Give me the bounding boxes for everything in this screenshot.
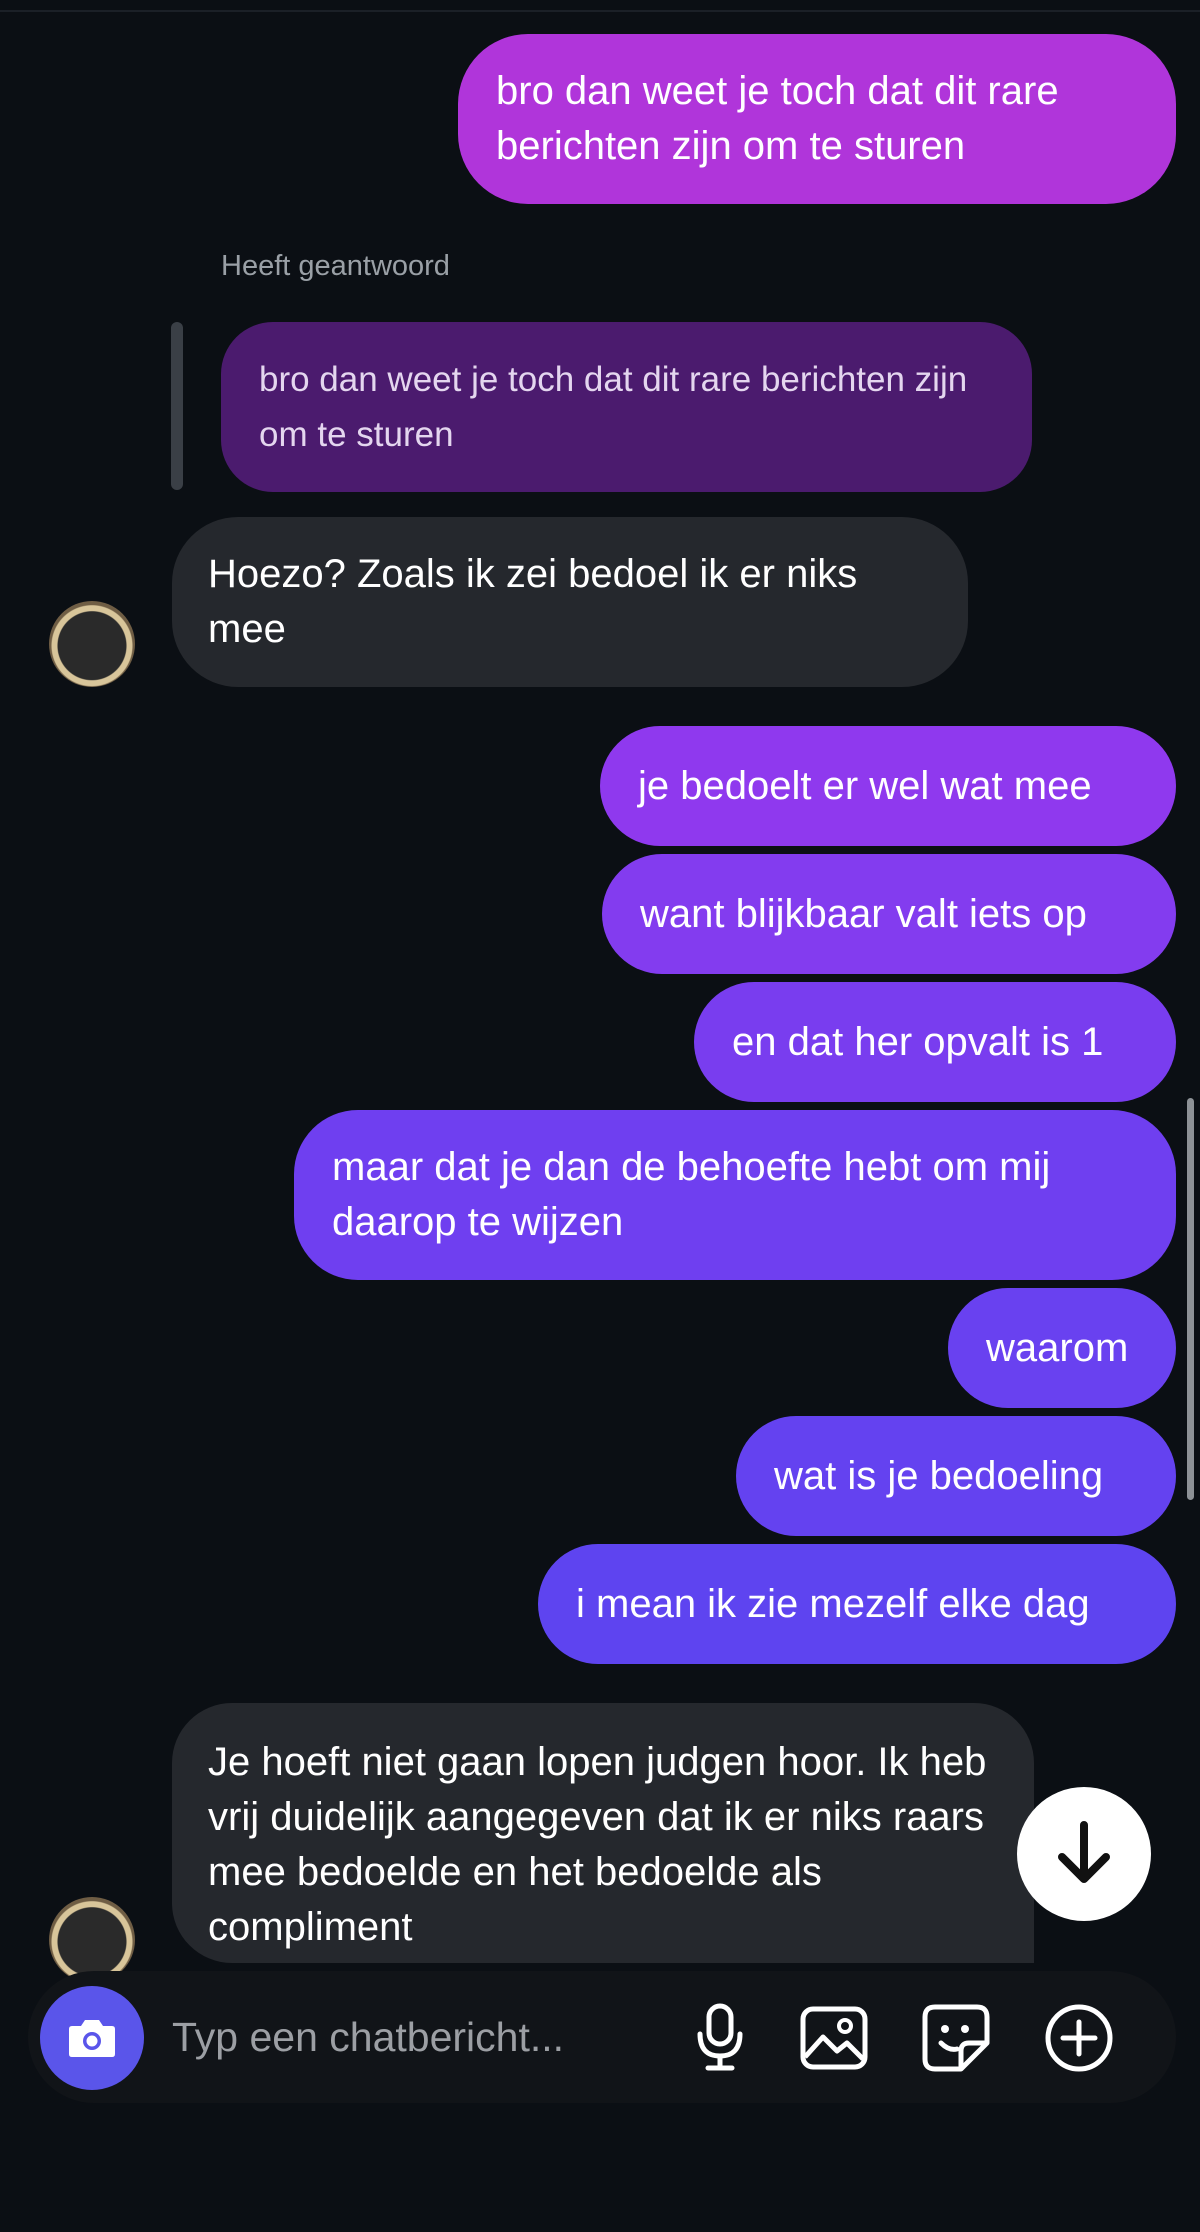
reply-quote-bar [171, 322, 183, 490]
scrollbar[interactable] [1187, 1098, 1194, 1500]
message-bubble-outgoing[interactable]: i mean ik zie mezelf elke dag [538, 1544, 1176, 1664]
message-text: Je hoeft niet gaan lopen judgen hoor. Ik… [208, 1740, 987, 1949]
message-text: bro dan weet je toch dat dit rare berich… [496, 69, 1059, 168]
message-text: Hoezo? Zoals ik zei bedoel ik er niks me… [208, 552, 858, 651]
scroll-to-bottom-button[interactable] [1017, 1787, 1151, 1921]
message-bubble-incoming[interactable]: Je hoeft niet gaan lopen judgen hoor. Ik… [172, 1703, 1034, 1963]
message-bubble-outgoing[interactable]: bro dan weet je toch dat dit rare berich… [458, 34, 1176, 204]
avatar[interactable] [49, 601, 135, 687]
message-bubble-outgoing[interactable]: en dat her opvalt is 1 [694, 982, 1176, 1102]
message-text: wat is je bedoeling [774, 1453, 1104, 1498]
message-bubble-outgoing[interactable]: waarom [948, 1288, 1176, 1408]
voice-message-button[interactable] [678, 1996, 762, 2080]
message-bubble-outgoing[interactable]: maar dat je dan de behoefte hebt om mij … [294, 1110, 1176, 1280]
microphone-icon [697, 2003, 743, 2071]
message-bubble-outgoing[interactable]: wat is je bedoeling [736, 1416, 1176, 1536]
message-text: maar dat je dan de behoefte hebt om mij … [332, 1145, 1051, 1244]
message-text: waarom [986, 1325, 1129, 1370]
arrow-down-icon [1058, 1821, 1110, 1883]
reply-context-label: Heeft geantwoord [221, 250, 450, 282]
message-bubble-incoming[interactable]: Hoezo? Zoals ik zei bedoel ik er niks me… [172, 517, 968, 687]
camera-button[interactable] [40, 1986, 144, 2090]
quoted-message-bubble[interactable]: bro dan weet je toch dat dit rare berich… [221, 322, 1032, 492]
camera-icon [69, 2020, 115, 2057]
quoted-message-text: bro dan weet je toch dat dit rare berich… [259, 360, 968, 454]
more-options-button[interactable] [1037, 1996, 1121, 2080]
image-icon [800, 2006, 868, 2070]
message-bubble-outgoing[interactable]: want blijkbaar valt iets op [602, 854, 1176, 974]
message-text: want blijkbaar valt iets op [640, 891, 1087, 936]
plus-circle-icon [1045, 2004, 1113, 2072]
sticker-icon [922, 2004, 990, 2072]
chat-message-input[interactable] [172, 1999, 632, 2075]
message-text: i mean ik zie mezelf elke dag [576, 1581, 1090, 1626]
message-text: je bedoelt er wel wat mee [638, 763, 1092, 808]
header-divider [0, 10, 1200, 12]
sticker-button[interactable] [914, 1996, 998, 2080]
message-bubble-outgoing[interactable]: je bedoelt er wel wat mee [600, 726, 1176, 846]
gallery-button[interactable] [792, 1996, 876, 2080]
message-text: en dat her opvalt is 1 [732, 1019, 1104, 1064]
